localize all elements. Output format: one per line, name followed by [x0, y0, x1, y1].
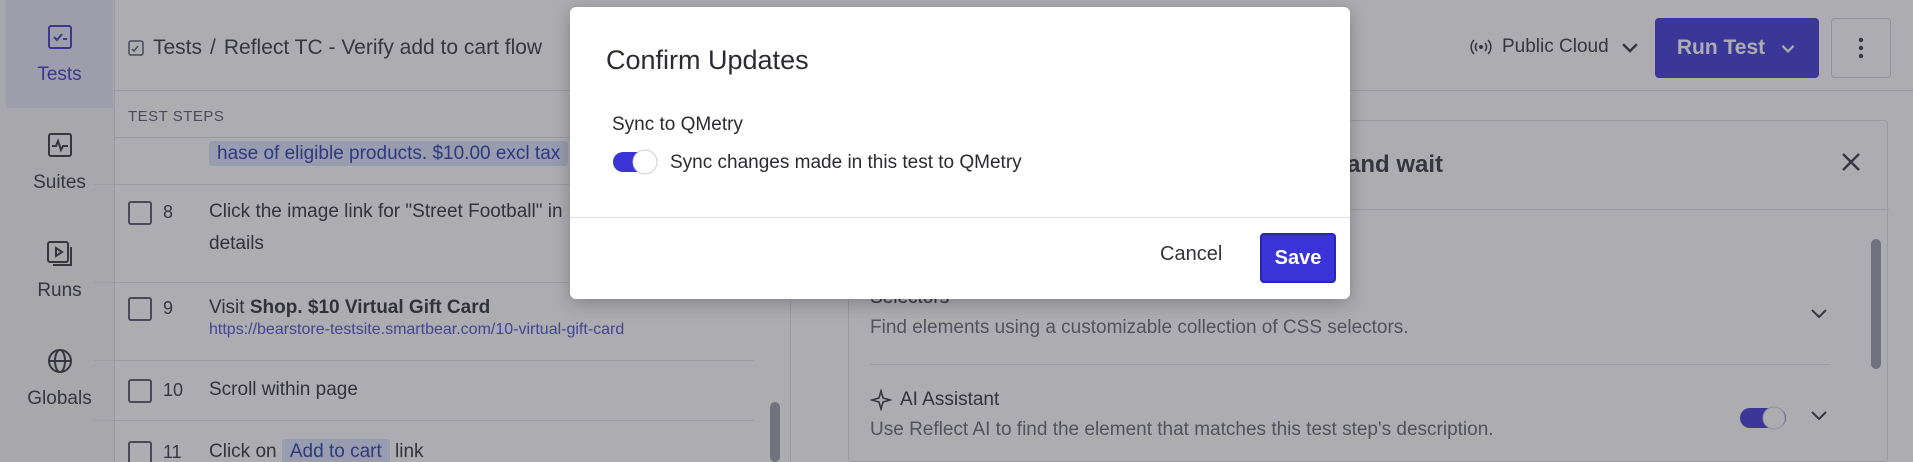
- sync-toggle-label: Sync changes made in this test to QMetry: [670, 152, 1022, 173]
- cancel-button[interactable]: Cancel: [1160, 243, 1222, 266]
- sync-toggle[interactable]: [612, 147, 660, 177]
- confirm-updates-dialog: Confirm Updates Sync to QMetry Sync chan…: [570, 7, 1350, 299]
- save-label: Save: [1274, 246, 1322, 269]
- dialog-title: Confirm Updates: [606, 45, 809, 75]
- save-button[interactable]: Save: [1260, 233, 1336, 283]
- sync-section-label: Sync to QMetry: [612, 114, 743, 135]
- divider: [570, 217, 1350, 218]
